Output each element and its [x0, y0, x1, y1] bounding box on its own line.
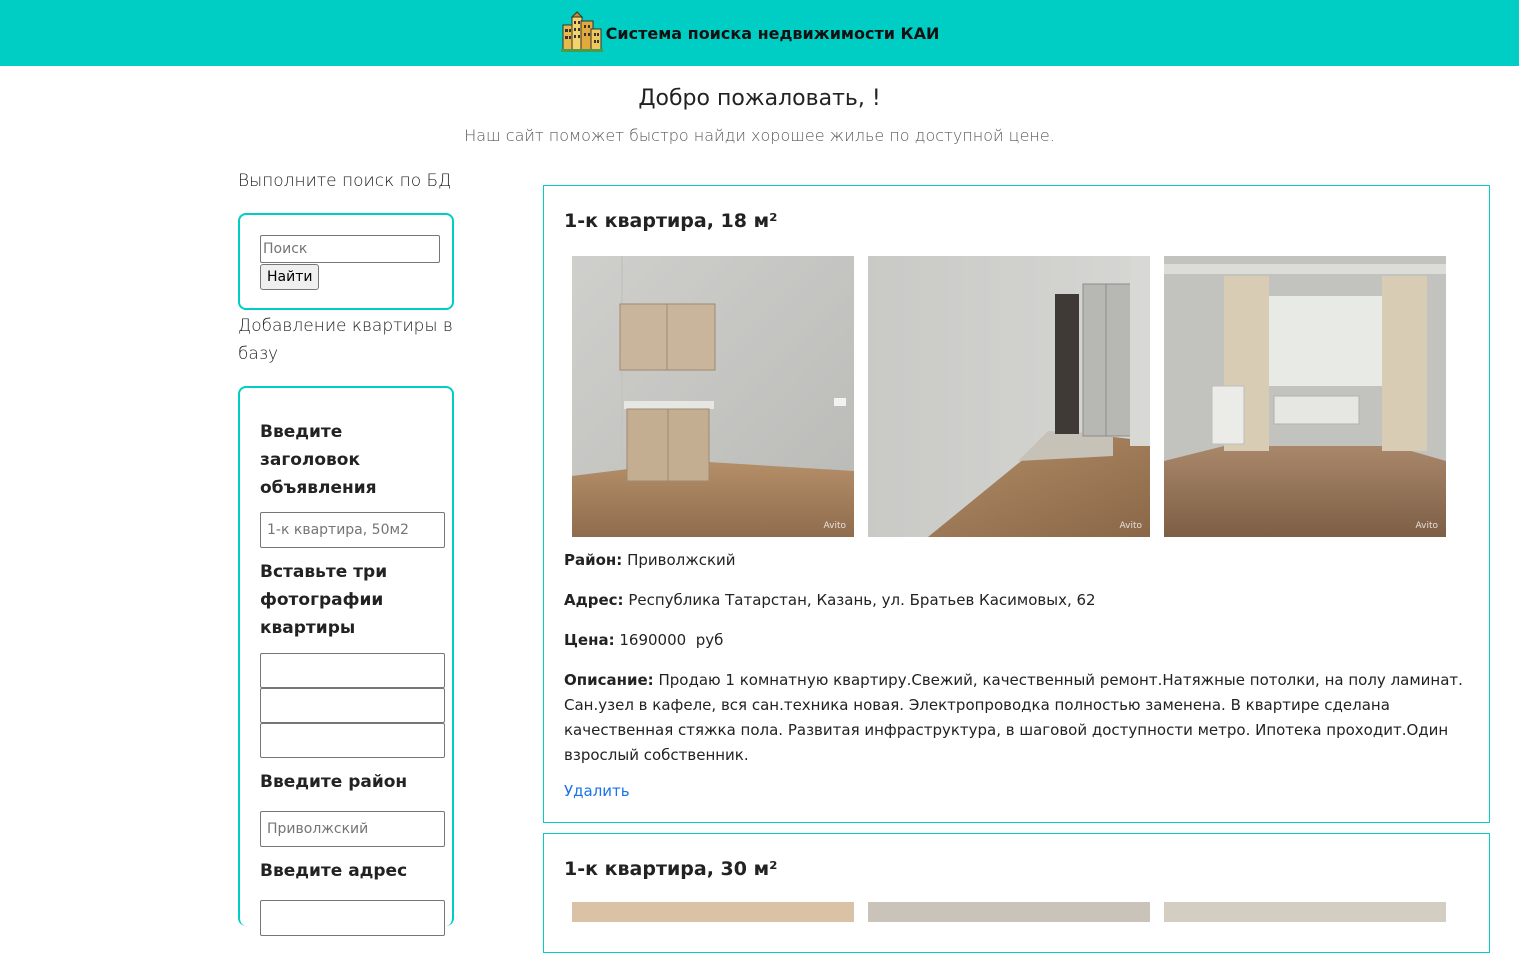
photo-watermark: Avito	[823, 521, 847, 531]
address-label: Адрес:	[564, 591, 624, 609]
search-form: Найти	[238, 213, 454, 310]
address-row: Адрес: Республика Татарстан, Казань, ул.…	[564, 588, 1469, 613]
description-label: Описание:	[564, 671, 654, 689]
listing-title: 1-к квартира, 30 м²	[564, 858, 778, 880]
listing-photo-room: Avito	[1164, 256, 1446, 537]
address-value: Республика Татарстан, Казань, ул. Братье…	[628, 591, 1096, 609]
title-field[interactable]	[260, 512, 445, 548]
listing-card: 1-к квартира, 30 м²	[543, 833, 1490, 953]
brand[interactable]: Система поиска недвижимости КАИ	[560, 11, 940, 55]
listing-photo	[1164, 902, 1446, 922]
search-button[interactable]: Найти	[260, 264, 320, 290]
welcome-title: Добро пожаловать, !	[638, 86, 881, 111]
district-field-label: Введите район	[260, 772, 408, 792]
add-apartment-form: Введите заголовок объявления Вставьте тр…	[238, 386, 454, 936]
add-caption: Добавление квартиры в базу	[238, 316, 453, 364]
listing-title: 1-к квартира, 18 м²	[564, 210, 778, 232]
welcome-subtitle: Наш сайт поможет быстро найди хорошее жи…	[464, 126, 1055, 145]
top-navbar: Система поиска недвижимости КАИ	[0, 0, 1519, 66]
listing-photo-hallway: Avito	[868, 256, 1150, 537]
photo-input-1[interactable]	[260, 653, 445, 688]
photo-input-3[interactable]	[260, 723, 445, 758]
search-caption: Выполните поиск по БД	[238, 171, 452, 191]
photos-field-label: Вставьте три фотографии квартиры	[260, 562, 388, 638]
listing-photos	[572, 902, 1469, 922]
city-buildings-icon	[560, 11, 603, 52]
district-value: Приволжский	[627, 551, 736, 569]
search-input[interactable]	[260, 235, 440, 263]
description-row: Описание: Продаю 1 комнатную квартиру.Св…	[564, 668, 1469, 768]
photo-input-2[interactable]	[260, 688, 445, 723]
photo-watermark: Avito	[1119, 521, 1143, 531]
district-field[interactable]	[260, 811, 445, 847]
price-label: Цена:	[564, 631, 615, 649]
listing-card: 1-к квартира, 18 м² Avito Avito Avito Ра…	[543, 185, 1490, 823]
listing-photo	[572, 902, 854, 922]
district-label: Район:	[564, 551, 623, 569]
site-title: Система поиска недвижимости КАИ	[605, 23, 940, 43]
photo-inputs	[260, 653, 452, 758]
listing-photo-kitchen: Avito	[572, 256, 854, 537]
district-row: Район: Приволжский	[564, 548, 1469, 573]
delete-link[interactable]: Удалить	[564, 782, 630, 800]
photo-watermark: Avito	[1415, 521, 1439, 531]
price-row: Цена: 1690000 руб	[564, 628, 1469, 653]
address-field-label: Введите адрес	[260, 861, 408, 881]
price-value: 1690000 руб	[619, 631, 724, 649]
address-field[interactable]	[260, 900, 445, 936]
title-field-label: Введите заголовок объявления	[260, 422, 377, 498]
listing-photos: Avito Avito Avito	[572, 256, 1469, 537]
listing-photo	[868, 902, 1150, 922]
description-value: Продаю 1 комнатную квартиру.Свежий, каче…	[564, 671, 1463, 764]
